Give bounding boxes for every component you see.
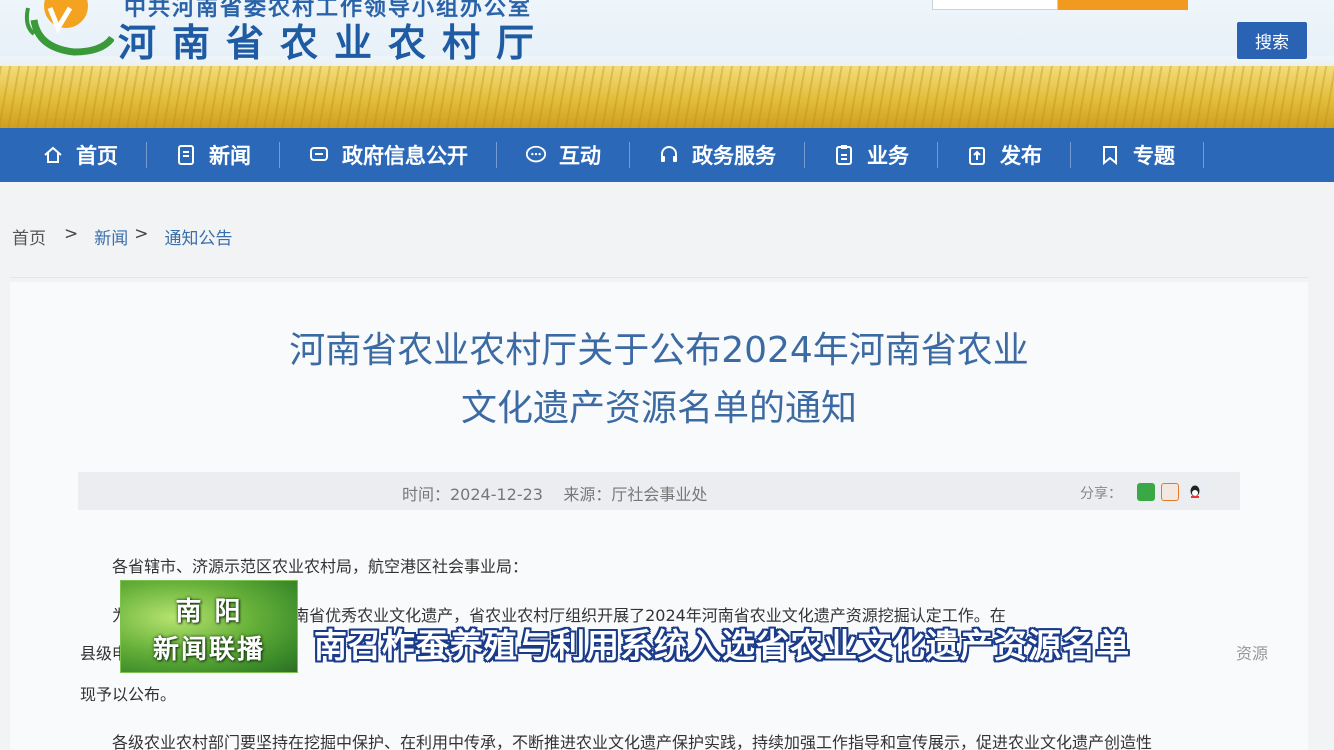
speech-bubble-icon <box>525 144 547 166</box>
nav-label: 发布 <box>1000 144 1042 168</box>
breadcrumb-separator: > <box>64 224 79 244</box>
nav-divider <box>279 142 280 168</box>
article-title: 河南省农业农村厅关于公布2024年河南省农业 文化遗产资源名单的通知 <box>289 330 1029 429</box>
divider <box>10 277 1308 278</box>
main-nav: 首页 新闻 政府信息公开 互动 政务服务 业务 发布 专题 <box>0 128 1334 182</box>
search-submit[interactable] <box>1058 0 1188 10</box>
clipboard-icon <box>833 144 855 166</box>
nav-item-interaction[interactable]: 互动 <box>525 128 601 182</box>
wechat-icon[interactable] <box>1137 483 1155 501</box>
breadcrumb-current[interactable]: 通知公告 <box>165 224 233 249</box>
nav-label: 专题 <box>1133 144 1175 168</box>
article-meta: 时间：2024-12-23 来源：厅社会事业处 <box>402 485 708 504</box>
headset-icon <box>658 144 680 166</box>
page: 中共河南省委农村工作领导小组办公室 河南省农业农村厅 搜索 首页 新闻 政府信息… <box>0 0 1334 750</box>
nav-divider <box>1203 142 1204 168</box>
breadcrumb-news[interactable]: 新闻 <box>94 224 128 249</box>
channel-logo: 南 阳 新闻联播 <box>120 580 298 673</box>
breadcrumb: 首页 > 新闻 > 通知公告 <box>12 224 233 249</box>
weibo-icon[interactable] <box>1161 483 1179 501</box>
news-headline-caption: 南召柞蚕养殖与利用系统入选省农业文化遗产资源名单 <box>314 626 1130 665</box>
salutation: 各省辖市、济源示范区农业农村局，航空港区社会事业局： <box>112 557 529 576</box>
nav-label: 业务 <box>867 144 909 168</box>
search-input[interactable] <box>932 0 1058 10</box>
nav-divider <box>629 142 630 168</box>
home-icon <box>42 144 64 166</box>
share-label: 分享： <box>1080 486 1122 502</box>
nav-item-services[interactable]: 政务服务 <box>658 128 776 182</box>
breadcrumb-separator: > <box>134 224 149 244</box>
breadcrumb-home[interactable]: 首页 <box>12 224 46 249</box>
nav-item-home[interactable]: 首页 <box>42 128 118 182</box>
bookmark-icon <box>1099 144 1121 166</box>
nav-label: 互动 <box>559 144 601 168</box>
nav-divider <box>937 142 938 168</box>
nav-label: 新闻 <box>209 144 251 168</box>
nav-item-publish[interactable]: 发布 <box>966 128 1042 182</box>
nav-item-gov-info[interactable]: 政府信息公开 <box>308 128 468 182</box>
nav-label: 首页 <box>76 144 118 168</box>
chat-icon <box>308 144 330 166</box>
nav-divider <box>146 142 147 168</box>
nav-label: 政府信息公开 <box>342 144 468 168</box>
upload-icon <box>966 144 988 166</box>
nav-item-topics[interactable]: 专题 <box>1099 128 1175 182</box>
header-banner: 中共河南省委农村工作领导小组办公室 河南省农业农村厅 搜索 <box>0 0 1334 128</box>
document-icon <box>175 144 197 166</box>
paragraph: 各级农业农村部门要坚持在挖掘中保护、在利用中传承，不断推进农业文化遗产保护实践，… <box>112 733 1153 750</box>
org-name: 河南省农业农村厅 <box>118 20 551 65</box>
search-button[interactable]: 搜索 <box>1237 22 1307 59</box>
nav-item-business[interactable]: 业务 <box>833 128 909 182</box>
nav-divider <box>496 142 497 168</box>
nav-divider <box>1070 142 1071 168</box>
paragraph: 现予以公布。 <box>80 685 177 704</box>
wheat-field-image <box>0 66 1334 128</box>
qq-icon[interactable] <box>1186 483 1204 501</box>
nav-item-news[interactable]: 新闻 <box>175 128 251 182</box>
nav-label: 政务服务 <box>692 144 776 168</box>
nav-divider <box>804 142 805 168</box>
logo-icon <box>24 0 114 56</box>
